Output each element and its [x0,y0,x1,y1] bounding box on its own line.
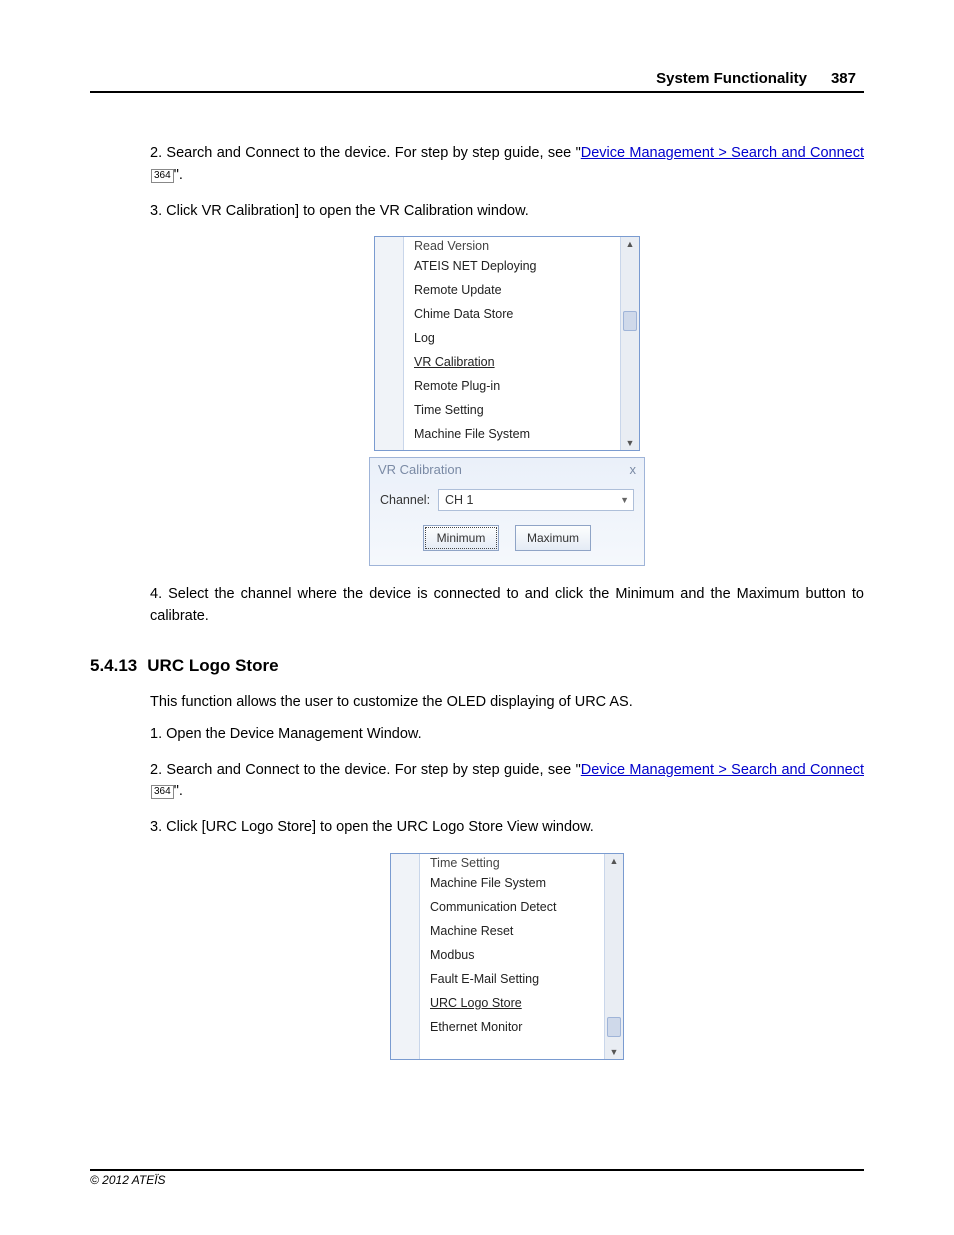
menu-item[interactable]: Communication Detect [428,895,600,919]
step-2-bottom: 2. Search and Connect to the device. For… [150,760,864,804]
menu-item[interactable]: Remote Update [412,278,616,302]
step-3-bottom: 3. Click [URC Logo Store] to open the UR… [150,817,864,839]
scrollbar[interactable]: ▲ ▼ [620,237,639,450]
dialog-title: VR Calibration [378,462,462,477]
menu-item[interactable]: ATEIS NET Deploying [412,254,616,278]
section-title: URC Logo Store [147,656,278,675]
scroll-up-icon[interactable]: ▲ [626,237,635,251]
menu-item[interactable]: Time Setting [412,398,616,422]
menu-item[interactable]: Machine Reset [428,919,600,943]
step-2b-text-post: ". [174,783,183,799]
scrollbar[interactable]: ▲ ▼ [604,854,623,1059]
link-device-mgmt-top[interactable]: Device Management > Search and Connect [581,145,864,161]
context-menu-1: Read Version ATEIS NET Deploying Remote … [374,236,640,451]
close-icon[interactable]: x [630,462,637,477]
step-2-top: 2. Search and Connect to the device. For… [150,143,864,187]
channel-label: Channel: [380,493,438,507]
menu-item-cut[interactable]: Time Setting [428,856,600,871]
channel-value: CH 1 [445,493,473,507]
step-4-top: 4. Select the channel where the device i… [150,584,864,628]
step-3-top: 3. Click VR Calibration] to open the VR … [150,201,864,223]
context-menu-2: Time Setting Machine File System Communi… [390,853,624,1060]
menu-item-cut[interactable]: Read Version [412,239,616,254]
vr-calibration-dialog: VR Calibration x Channel: CH 1 ▼ Minimum… [369,457,645,566]
menu-item-selected[interactable]: URC Logo Store [428,991,600,1015]
link-device-mgmt-bottom[interactable]: Device Management > Search and Connect [581,762,864,778]
menu-item[interactable]: Fault E-Mail Setting [428,967,600,991]
menu-spacer [428,1039,600,1055]
section-number: 5.4.13 [90,656,137,675]
header-page-number: 387 [823,70,864,87]
menu-gutter [375,237,404,450]
scroll-down-icon[interactable]: ▼ [610,1045,619,1059]
page-ref-364-top: 364 [151,169,174,183]
header-title: System Functionality [656,70,807,87]
section-heading: 5.4.13 URC Logo Store [90,656,864,676]
scroll-thumb[interactable] [623,311,637,331]
menu-item[interactable]: Machine File System [428,871,600,895]
step-2b-text-pre: 2. Search and Connect to the device. For… [150,762,581,778]
scroll-thumb[interactable] [607,1017,621,1037]
channel-combo[interactable]: CH 1 ▼ [438,489,634,511]
chevron-down-icon: ▼ [620,495,629,505]
maximum-button[interactable]: Maximum [515,525,591,551]
scroll-up-icon[interactable]: ▲ [610,854,619,868]
menu-item[interactable]: Ethernet Monitor [428,1015,600,1039]
menu-item[interactable]: Modbus [428,943,600,967]
menu-gutter [391,854,420,1059]
menu-item-selected[interactable]: VR Calibration [412,350,616,374]
page-ref-364-bottom: 364 [151,785,174,799]
footer-copyright: © 2012 ATEÏS [90,1169,864,1187]
menu-item[interactable]: Remote Plug-in [412,374,616,398]
menu-item[interactable]: Log [412,326,616,350]
step-2-text-pre: 2. Search and Connect to the device. For… [150,145,581,161]
section-intro: This function allows the user to customi… [150,694,864,710]
step-2-text-post: ". [174,167,183,183]
minimum-button[interactable]: Minimum [423,525,499,551]
step-1-bottom: 1. Open the Device Management Window. [150,724,864,746]
page-header: System Functionality 387 [90,70,864,93]
menu-item[interactable]: Machine File System [412,422,616,446]
scroll-down-icon[interactable]: ▼ [626,436,635,450]
menu-item[interactable]: Chime Data Store [412,302,616,326]
